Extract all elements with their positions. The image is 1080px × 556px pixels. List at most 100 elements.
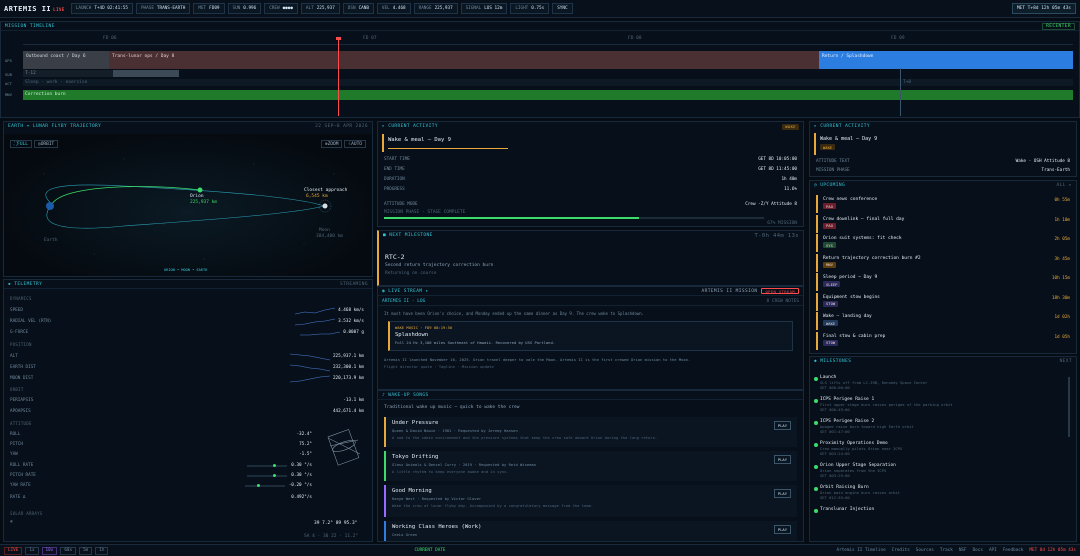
milestone-item[interactable]: Proximity Operations Demo Crew manually p… [814,441,1066,456]
upcoming-item[interactable]: Crew downlink – final full day PAO 1h 10m [816,214,1070,233]
upcoming-item[interactable]: Orion suit systems: fit check SYS 2h 05m [816,234,1070,252]
time-button[interactable]: 5m [79,546,93,555]
timeline-segment[interactable]: Trans-lunar ops / Day 8 [109,51,819,69]
milestone-dot [814,465,818,469]
row-value: GET 8D 10:05:00 [758,157,797,162]
footer-link[interactable]: Artemis II Timeline [837,548,886,553]
chip-key: DSN [347,6,356,11]
now-marker [338,38,339,116]
upcoming-item[interactable]: Wake – landing day WAKE 1d 02h [816,312,1070,330]
upcoming-tag: PAO [823,203,836,209]
song-card[interactable]: Good Morning Kanye West · Requested by Vi… [384,485,797,517]
rcurrent-card: Wake & meal – Day 9 WAKE [814,133,1072,155]
tick: FD 06 [103,36,117,41]
row-key: PITCH RATE [10,473,36,478]
play-button[interactable]: PLAY [773,489,791,498]
status-chip: ALT 225,937 [300,3,340,14]
milestone-item[interactable]: ICPS Perigee Raise 1 First upper stage bu… [814,397,1066,412]
time-button[interactable]: 1h [95,546,109,555]
trajectory-path [45,184,326,229]
sparkline [289,353,330,360]
timeline-segment[interactable]: Outbound coast / Day 6 [23,51,109,69]
time-button[interactable]: 10x [41,546,58,555]
song-card[interactable]: Tokyo Drifting Glass Animals & Denzel Cur… [384,451,797,481]
trajectory-range: 22 SEP–8 APR 2026 [315,124,368,129]
row-value: 11.6% [784,187,797,192]
play-button[interactable]: PLAY [773,525,791,534]
song-desc: A little rhythm to keep everyone awake a… [392,469,509,474]
section-title: POSITION [10,342,32,347]
milestones-next[interactable]: NEXT [1060,359,1072,364]
upcoming-all-link[interactable]: ALL ▸ [1056,183,1072,188]
footer-link[interactable]: Docs [973,548,983,553]
milestone-sub: Returning on course [385,271,437,276]
song-card[interactable]: Working Class Heroes (Work) CeeLo Green PL… [384,521,797,541]
footer-link[interactable]: Credits [892,548,910,553]
song-title: Under Pressure [392,420,439,426]
timeline-segment[interactable]: Return / Splashdown [819,51,1073,69]
recenter-button[interactable]: RECENTER [1042,22,1075,30]
upcoming-title: ◷ UPCOMING [814,183,846,188]
time-button[interactable]: 60x [60,546,77,555]
footer-link[interactable]: API [989,548,997,553]
footer-link[interactable]: Feedback [1003,548,1024,553]
status-chip: VEL 4.468 [376,3,411,14]
upcoming-item[interactable]: Sleep period – Day 9 SLEEP 10h 15m [816,273,1070,291]
milestone-get: GET 000:49:00 [820,407,850,412]
milestone-item[interactable]: Translunar Injection [814,507,1066,513]
rcurrent-row: MISSION PHASE Trans-Earth [816,168,1070,173]
upcoming-name: Final stow & cabin prep [823,333,886,339]
mnv-row[interactable]: Correction burn [23,90,1073,100]
footer-link[interactable]: Track [940,548,953,553]
timeline-segment[interactable]: T-12 [23,70,113,77]
chip-value: 225,937 [316,6,335,11]
now-marker-head [336,37,341,40]
play-button[interactable]: PLAY [773,421,791,430]
song-meta: Glass Animals & Denzel Curry · 2019 · Re… [392,462,537,467]
footer-link[interactable]: NSF [959,548,967,553]
trajectory-canvas[interactable]: ⛶ FULL ◎ ORBIT ⊕ ZOOM ☾ AUTO Earth Orion… [4,134,372,276]
card-head: WAKE MUSIC · FD9 08:19:50 [395,325,453,330]
time-button[interactable]: 1x [25,546,39,555]
progress-sub: 67% MISSION [767,221,797,226]
song-card[interactable]: Under Pressure Queen & David Bowie · 1981… [384,417,797,447]
row-key: YAW [10,452,18,457]
row-value: GET 8D 11:45:00 [758,167,797,172]
upcoming-item[interactable]: Crew news conference PAO 0h 55m [816,195,1070,213]
milestone-name: Translunar Injection [820,507,875,512]
scrollbar[interactable] [1068,377,1070,437]
song-meta: Kanye West · Requested by Victor Glover [392,496,482,501]
status-chip: CREW ●●●● [264,3,298,14]
song-title: Good Morning [392,488,432,494]
milestone-item[interactable]: ICPS Perigee Raise 2 Apogee raise burn to… [814,419,1066,434]
time-button[interactable]: LIVE [4,546,23,555]
wake-music-card: WAKE MUSIC · FD9 08:19:50 Splashdown Ful… [388,321,793,351]
play-button[interactable]: PLAY [773,455,791,464]
upcoming-tag: PAO [823,222,836,229]
chip-value: SYNC [557,6,568,11]
upcoming-item[interactable]: Return trajectory correction burn #2 MNV 3… [816,253,1070,272]
activity-row: START TIME GET 8D 10:05:00 [384,155,797,164]
timeline-axis: FD 06 FD 07 FD 08 FD 09 [23,36,1073,45]
orion-distance: 225,937 km [190,200,218,205]
timeline-segment[interactable] [113,70,179,77]
row-value: 1h 40m [781,177,797,182]
rcurrent-activity: Wake & meal – Day 9 [820,136,878,142]
time-controls: LIVE 1x 10x 60x 5m 1h [4,546,109,555]
upcoming-item[interactable]: Equipment stow begins STOW 18h 30m [816,292,1070,311]
sparkline [295,318,336,325]
footer-link[interactable]: Sources [916,548,934,553]
act-text: Sleep · work · exercise [25,80,88,85]
streaming-status: STREAMING [340,281,368,287]
solar-icon: ☼ [10,520,13,525]
open-stream-button[interactable]: OPEN STREAM [761,288,799,294]
milestone-item[interactable]: Launch SLS lifts off from LC-39B, Kennedy… [814,375,1066,390]
milestone-item[interactable]: Orbit Raising Burn Orion main engine burn… [814,485,1066,500]
row-label: ACT [5,81,12,86]
milestone-dot [814,377,818,381]
activity-name: Wake & meal – Day 9 [388,137,451,143]
upcoming-item[interactable]: Final stow & cabin prep STOW 1d 05h [816,331,1070,350]
status-chip: SIGNAL LOS 12m [460,3,508,14]
row-label: MNV [5,92,12,97]
milestone-item[interactable]: Orion Upper Stage Separation Orion separa… [814,463,1066,478]
